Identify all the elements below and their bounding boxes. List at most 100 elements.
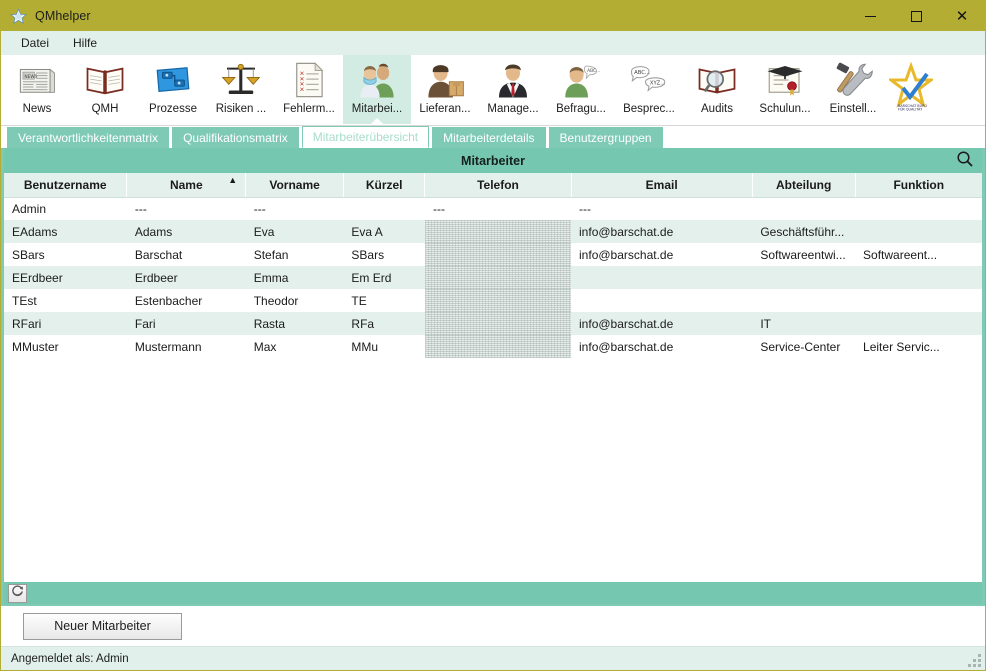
employee-table: Benutzername Name ▲ Vorname Kürzel Telef… bbox=[4, 173, 982, 358]
page-title: Mitarbeiter bbox=[461, 154, 525, 168]
toolbar-item-label: Lieferan... bbox=[419, 103, 470, 115]
tab-label: Mitarbeiterdetails bbox=[443, 131, 534, 145]
cell-vorname: --- bbox=[246, 197, 344, 220]
cell-email: info@barschat.de bbox=[571, 243, 752, 266]
column-header-vorname[interactable]: Vorname bbox=[246, 173, 344, 197]
tab-mitarbeiteruebersicht[interactable]: Mitarbeiterübersicht bbox=[302, 126, 429, 148]
resize-grip[interactable] bbox=[967, 653, 981, 667]
cell-funktion: Softwareent... bbox=[855, 243, 982, 266]
cell-funktion bbox=[855, 312, 982, 335]
toolbar-item-news[interactable]: NEWS News bbox=[3, 55, 71, 124]
cell-telefon bbox=[425, 243, 571, 266]
table-row[interactable]: MMusterMustermannMaxMMuinfo@barschat.deS… bbox=[4, 335, 982, 358]
star-check-logo: BARSCHAT BÜRO FÜR QUALITÄT bbox=[889, 62, 933, 117]
cell-abteilung bbox=[752, 289, 855, 312]
table-row[interactable]: EAdamsAdamsEvaEva Ainfo@barschat.deGesch… bbox=[4, 220, 982, 243]
tab-verantwortlichkeitenmatrix[interactable]: Verantwortlichkeitenmatrix bbox=[7, 127, 169, 148]
column-label: Telefon bbox=[477, 178, 519, 192]
cell-benutzername: EAdams bbox=[4, 220, 127, 243]
toolbar-item-label: Manage... bbox=[487, 103, 538, 115]
svg-text:XYZ...: XYZ... bbox=[650, 80, 666, 86]
window-controls: ✕ bbox=[847, 1, 985, 31]
column-header-name[interactable]: Name ▲ bbox=[127, 173, 246, 197]
document-x-icon: ✕✕✕✕ bbox=[288, 59, 330, 101]
toolbar-item-label: Fehlerm... bbox=[283, 103, 335, 115]
book-magnifier-icon bbox=[696, 59, 738, 101]
manager-icon bbox=[492, 59, 534, 101]
cell-kuerzel: Eva A bbox=[343, 220, 425, 243]
newspaper-icon: NEWS bbox=[16, 59, 58, 101]
column-header-email[interactable]: Email bbox=[571, 173, 752, 197]
toolbar-item-lieferanten[interactable]: Lieferan... bbox=[411, 55, 479, 124]
column-header-telefon[interactable]: Telefon bbox=[425, 173, 571, 197]
table-header-row: Benutzername Name ▲ Vorname Kürzel Telef… bbox=[4, 173, 982, 197]
refresh-icon bbox=[11, 584, 24, 602]
redacted-overlay bbox=[425, 335, 571, 358]
cell-email: info@barschat.de bbox=[571, 312, 752, 335]
redacted-overlay bbox=[425, 289, 571, 312]
toolbar-item-label: QMH bbox=[92, 103, 119, 115]
search-button[interactable] bbox=[954, 150, 976, 172]
column-label: Vorname bbox=[269, 178, 319, 192]
column-label: Kürzel bbox=[366, 178, 403, 192]
cell-kuerzel bbox=[343, 197, 425, 220]
maximize-button[interactable] bbox=[893, 1, 939, 31]
cell-telefon bbox=[425, 266, 571, 289]
table-row[interactable]: SBarsBarschatStefanSBarsinfo@barschat.de… bbox=[4, 243, 982, 266]
column-header-benutzername[interactable]: Benutzername bbox=[4, 173, 127, 197]
column-header-abteilung[interactable]: Abteilung bbox=[752, 173, 855, 197]
toolbar-item-label: Prozesse bbox=[149, 103, 197, 115]
tab-benutzergruppen[interactable]: Benutzergruppen bbox=[549, 127, 663, 148]
column-label: Funktion bbox=[893, 178, 944, 192]
toolbar-item-befragungen[interactable]: ABC... Befragu... bbox=[547, 55, 615, 124]
cell-email bbox=[571, 289, 752, 312]
tab-mitarbeiterdetails[interactable]: Mitarbeiterdetails bbox=[432, 127, 545, 148]
tab-label: Qualifikationsmatrix bbox=[183, 131, 288, 145]
toolbar-item-prozesse[interactable]: Prozesse bbox=[139, 55, 207, 124]
toolbar-item-label: News bbox=[23, 103, 52, 115]
toolbar-item-mitarbeiter[interactable]: Mitarbei... bbox=[343, 55, 411, 124]
column-header-funktion[interactable]: Funktion bbox=[855, 173, 982, 197]
toolbar-item-management[interactable]: Manage... bbox=[479, 55, 547, 124]
table-row[interactable]: RFariFariRastaRFainfo@barschat.deIT bbox=[4, 312, 982, 335]
open-book-icon bbox=[84, 59, 126, 101]
toolbar-item-audits[interactable]: Audits bbox=[683, 55, 751, 124]
table-row[interactable]: EErdbeerErdbeerEmmaEm Erd bbox=[4, 266, 982, 289]
toolbar-item-label: Audits bbox=[701, 103, 733, 115]
toolbar-item-qmh[interactable]: QMH bbox=[71, 55, 139, 124]
table-row[interactable]: Admin------------ bbox=[4, 197, 982, 220]
toolbar: NEWS News QMH bbox=[1, 55, 985, 126]
toolbar-item-einstellungen[interactable]: Einstell... bbox=[819, 55, 887, 124]
cell-telefon bbox=[425, 312, 571, 335]
column-header-kuerzel[interactable]: Kürzel bbox=[343, 173, 425, 197]
application-window: QMhelper ✕ Datei Hilfe NEWS News bbox=[0, 0, 986, 671]
redacted-overlay bbox=[425, 312, 571, 335]
minimize-button[interactable] bbox=[847, 1, 893, 31]
toolbar-item-risiken[interactable]: Risiken ... bbox=[207, 55, 275, 124]
cell-vorname: Theodor bbox=[246, 289, 344, 312]
cell-vorname: Eva bbox=[246, 220, 344, 243]
column-label: Abteilung bbox=[776, 178, 831, 192]
cell-funktion bbox=[855, 266, 982, 289]
tab-qualifikationsmatrix[interactable]: Qualifikationsmatrix bbox=[172, 127, 299, 148]
cell-funktion bbox=[855, 220, 982, 243]
toolbar-item-besprechungen[interactable]: ABC... XYZ... Besprec... bbox=[615, 55, 683, 124]
svg-text:✕: ✕ bbox=[299, 86, 304, 93]
toolbar-item-label: Risiken ... bbox=[216, 103, 267, 115]
redacted-overlay bbox=[425, 220, 571, 243]
employees-icon bbox=[356, 59, 398, 101]
employee-table-container[interactable]: Benutzername Name ▲ Vorname Kürzel Telef… bbox=[4, 173, 982, 582]
table-row[interactable]: TEstEstenbacherTheodorTE bbox=[4, 289, 982, 312]
new-employee-button[interactable]: Neuer Mitarbeiter bbox=[23, 613, 182, 640]
menu-item-hilfe[interactable]: Hilfe bbox=[63, 33, 107, 53]
toolbar-item-fehlermanagement[interactable]: ✕✕✕✕ Fehlerm... bbox=[275, 55, 343, 124]
cell-name: Barschat bbox=[127, 243, 246, 266]
content-panel: Mitarbeiter Benutzername bbox=[1, 148, 985, 606]
toolbar-item-schulungen[interactable]: Schulun... bbox=[751, 55, 819, 124]
refresh-button[interactable] bbox=[8, 584, 27, 603]
cell-abteilung: IT bbox=[752, 312, 855, 335]
cell-vorname: Max bbox=[246, 335, 344, 358]
menu-item-datei[interactable]: Datei bbox=[11, 33, 59, 53]
close-button[interactable]: ✕ bbox=[939, 1, 985, 31]
svg-text:ABC...: ABC... bbox=[587, 68, 600, 74]
